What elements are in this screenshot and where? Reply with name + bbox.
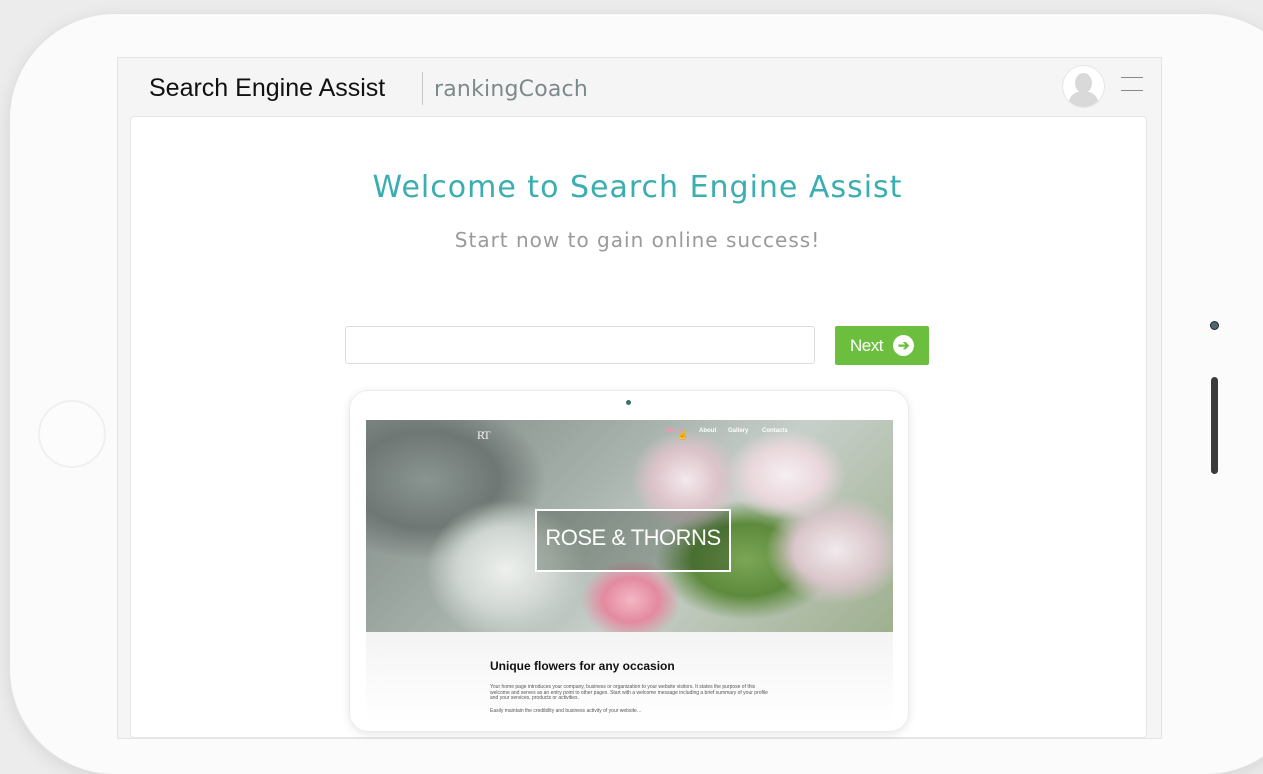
- preview-nav-gallery: Gallery: [728, 428, 749, 434]
- title-divider: [422, 72, 423, 105]
- preview-heading: Unique flowers for any occasion: [490, 659, 675, 673]
- user-avatar[interactable]: [1063, 66, 1104, 107]
- preview-paragraph: Your home page introduces your company, …: [490, 684, 768, 701]
- brand-name: rankingCoach: [434, 77, 588, 102]
- preview-nav-about: About: [699, 428, 717, 434]
- hand-cursor-icon: ☝: [677, 430, 689, 440]
- welcome-subtitle: Start now to gain online success!: [454, 228, 821, 252]
- preview-logo: RT: [477, 428, 491, 442]
- avatar-body: [1069, 91, 1098, 107]
- next-button[interactable]: Next ➔: [835, 326, 929, 365]
- welcome-title: Welcome to Search Engine Assist: [372, 170, 903, 205]
- avatar-head: [1075, 73, 1092, 93]
- preview-tablet-camera: [626, 400, 631, 405]
- website-url-input[interactable]: [345, 326, 815, 364]
- hamburger-menu-icon[interactable]: [1121, 77, 1143, 91]
- app-title: Search Engine Assist: [149, 74, 386, 102]
- tablet-camera: [1210, 321, 1219, 330]
- next-button-label: Next: [850, 335, 883, 355]
- preview-hero-title: ROSE & THORNS: [545, 525, 721, 550]
- tablet-home-button: [38, 400, 106, 468]
- arrow-right-circle-icon: ➔: [892, 335, 914, 356]
- tablet-speaker: [1211, 377, 1218, 474]
- preview-nav-contacts: Contacts: [762, 428, 788, 434]
- preview-paragraph: Easily maintain the credibility and busi…: [490, 708, 642, 714]
